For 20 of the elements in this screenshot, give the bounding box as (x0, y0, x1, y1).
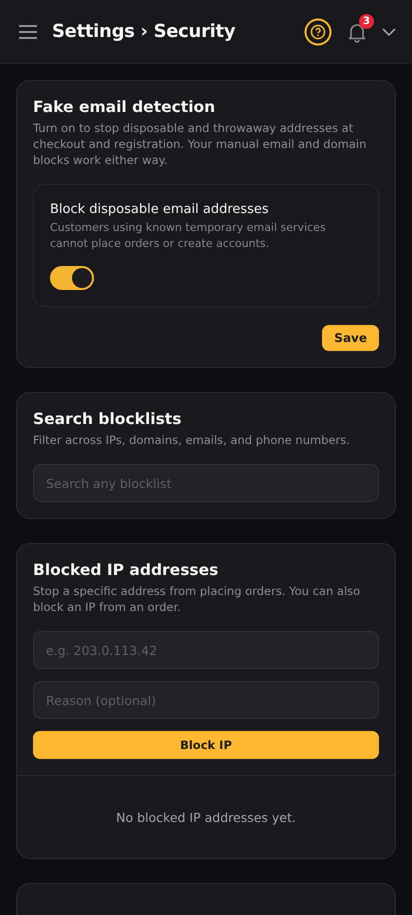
input-field[interactable]: Reason (optional) (33, 681, 379, 719)
card-description: Stop a specific address from placing orders. You can also block an IP from an order. (33, 583, 362, 615)
menu-icon[interactable] (18, 24, 38, 40)
page-title: Settings › Security (52, 21, 236, 42)
help-icon[interactable] (304, 18, 332, 46)
card-title: Search blocklists (33, 410, 182, 428)
toggle-switch[interactable] (50, 266, 94, 290)
card-description: Turn on to stop disposable and throwaway addresses at checkout and registration. Your manual email and domain blocks work either way. (33, 120, 368, 168)
save-button[interactable]: Save (322, 325, 379, 351)
search-field[interactable]: Search any blocklist (33, 464, 379, 502)
input-field[interactable]: e.g. 203.0.113.42 (33, 631, 379, 669)
card-title: Blocked IP addresses (33, 561, 220, 579)
chevron-down-icon[interactable] (382, 28, 396, 36)
setting-description: Customers using known temporary email services cannot place orders or create accounts. (50, 220, 327, 252)
card-description: Filter across IPs, domains, emails, and phone numbers. (33, 432, 351, 448)
empty-state-text: No blocked IP addresses yet. (115, 810, 297, 825)
card-title: Fake email detection (33, 98, 216, 116)
setting-label: Block disposable email addresses (50, 202, 270, 217)
notification-badge: 3 (359, 14, 374, 28)
block-ip-button[interactable]: Block IP (33, 731, 379, 759)
